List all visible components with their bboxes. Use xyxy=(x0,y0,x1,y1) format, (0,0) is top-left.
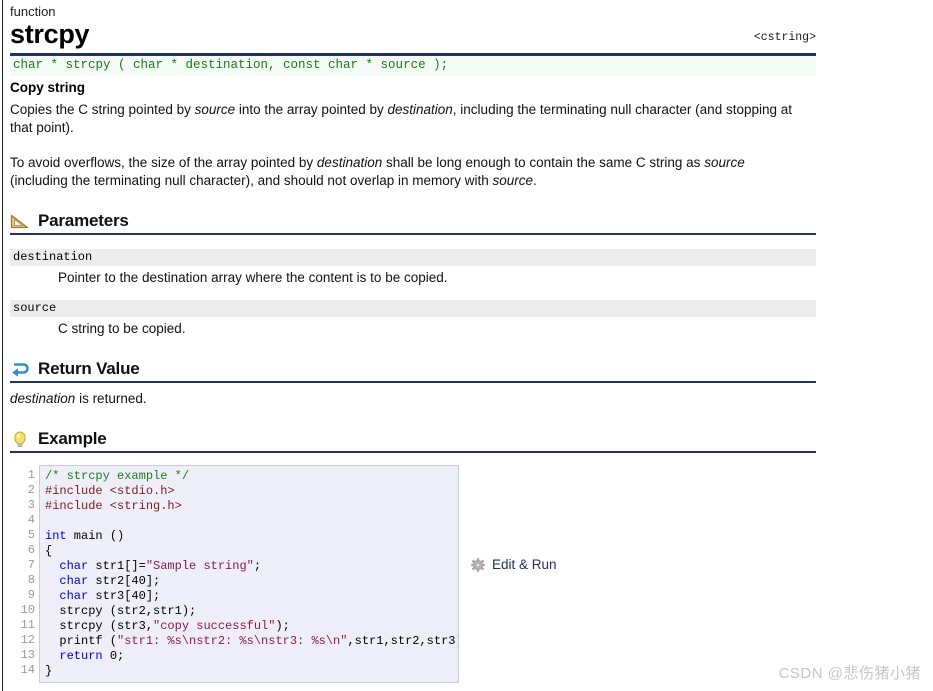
code-token: return xyxy=(59,649,103,663)
code-token: #include <string.h> xyxy=(45,499,182,513)
code-token: strcpy (str2,str1); xyxy=(45,604,197,618)
edit-and-run-label: Edit & Run xyxy=(492,557,557,572)
example-body: 1 2 3 4 5 6 7 8 9 10 11 12 13 14 /* strc… xyxy=(10,465,816,683)
parameter-name: source xyxy=(10,300,816,317)
code-token: str2[40]; xyxy=(88,574,161,588)
page-kind-label: function xyxy=(10,4,56,19)
desc2-em-source-2: source xyxy=(492,172,534,188)
code-token: } xyxy=(45,664,53,678)
desc2-text-3: (including the terminating null characte… xyxy=(10,172,493,188)
parameters-section: Parameters destination Pointer to the de… xyxy=(10,211,816,337)
parameters-heading: Parameters xyxy=(38,211,129,230)
return-value-rest: is returned. xyxy=(75,391,147,406)
code-line: #include <string.h> xyxy=(45,499,458,514)
code-sample: 1 2 3 4 5 6 7 8 9 10 11 12 13 14 /* strc… xyxy=(10,465,459,683)
code-token: ); xyxy=(275,619,290,633)
example-section: Example 1 2 3 4 5 6 7 8 9 10 11 12 13 14… xyxy=(10,429,816,683)
description-paragraph-2: To avoid overflows, the size of the arra… xyxy=(10,154,800,189)
header-file-label: <cstring> xyxy=(753,31,816,44)
parameters-heading-row: Parameters xyxy=(10,211,816,233)
gear-icon xyxy=(471,557,485,572)
return-value-heading: Return Value xyxy=(38,359,140,378)
return-arrow-icon xyxy=(12,363,29,377)
code-token: char xyxy=(59,559,89,573)
code-token: 0; xyxy=(102,649,125,663)
example-heading: Example xyxy=(38,429,107,448)
code-token: /* strcpy example */ xyxy=(45,469,190,483)
code-token: int xyxy=(45,529,67,543)
code-block[interactable]: /* strcpy example */#include <stdio.h> #i… xyxy=(39,465,459,683)
desc2-text-1: To avoid overflows, the size of the arra… xyxy=(10,155,317,170)
code-token: "Sample string" xyxy=(145,559,254,573)
desc1-em-source: source xyxy=(194,102,236,117)
parameter-name: destination xyxy=(10,249,816,266)
return-value-divider xyxy=(10,381,816,383)
parameter-description: C string to be copied. xyxy=(58,321,186,336)
parameters-divider xyxy=(10,233,816,235)
desc1-text-2: into the array pointed by xyxy=(235,102,388,117)
code-token: char xyxy=(59,574,89,588)
description-paragraph-1: Copies the C string pointed by source in… xyxy=(10,101,800,136)
code-token: str1[]= xyxy=(88,559,146,573)
content-column: function strcpy <cstring> char * strcpy … xyxy=(3,0,816,683)
code-token: char xyxy=(59,589,89,603)
parameter-description: Pointer to the destination array where t… xyxy=(58,270,448,285)
desc1-text-1: Copies the C string pointed by xyxy=(10,102,195,117)
reference-page: function strcpy <cstring> char * strcpy … xyxy=(3,0,933,691)
code-token: strcpy (str3, xyxy=(45,619,154,633)
return-value-section: Return Value destination is returned. xyxy=(10,359,816,407)
code-line: /* strcpy example */ xyxy=(45,469,458,484)
ruler-triangle-icon xyxy=(10,214,29,229)
code-token: "copy successful" xyxy=(153,619,276,633)
code-line: strcpy (str2,str1); xyxy=(45,604,458,619)
code-token: { xyxy=(45,544,53,558)
code-line: char str1[]="Sample string"; xyxy=(45,559,458,574)
lightbulb-icon xyxy=(14,431,26,447)
code-line: printf ("str1: %s\nstr2: %s\nstr3: %s\n"… xyxy=(45,634,458,649)
example-heading-row: Example xyxy=(10,429,816,451)
code-token: printf ( xyxy=(45,634,118,648)
example-divider xyxy=(10,451,816,453)
function-prototype: char * strcpy ( char * destination, cons… xyxy=(10,56,816,76)
csdn-watermark: CSDN @悲伤猪小猪 xyxy=(778,665,921,682)
desc2-em-source-1: source xyxy=(704,155,745,170)
code-line: strcpy (str3,"copy successful"); xyxy=(45,619,458,634)
parameter-item: source C string to be copied. xyxy=(10,300,816,337)
code-line-numbers: 1 2 3 4 5 6 7 8 9 10 11 12 13 14 xyxy=(20,468,35,677)
page-title: strcpy xyxy=(10,19,90,49)
code-line: char str2[40]; xyxy=(45,574,458,589)
return-value-em: destination xyxy=(10,391,76,406)
desc2-em-destination: destination xyxy=(316,155,383,170)
code-token: #include <stdio.h> xyxy=(45,484,175,498)
title-row: strcpy <cstring> xyxy=(10,19,816,51)
summary-heading: Copy string xyxy=(10,80,86,95)
desc2-text-2: shall be long enough to contain the same… xyxy=(382,155,705,170)
code-line: #include <stdio.h> xyxy=(45,484,458,499)
return-value-heading-row: Return Value xyxy=(10,359,816,381)
parameter-item: destination Pointer to the destination a… xyxy=(10,249,816,286)
code-line: } xyxy=(45,664,458,679)
edit-and-run-link[interactable]: Edit & Run xyxy=(471,557,557,572)
code-token: ,str1,str2,str3); xyxy=(347,634,459,648)
code-token: str3[40]; xyxy=(88,589,161,603)
code-token: main () xyxy=(66,529,125,543)
return-value-text: destination is returned. xyxy=(10,390,816,407)
code-line: char str3[40]; xyxy=(45,589,458,604)
code-line: { xyxy=(45,544,458,559)
code-line: int main () xyxy=(45,529,458,544)
code-token: ; xyxy=(253,559,262,573)
desc2-text-4: . xyxy=(533,172,537,188)
desc1-em-destination: destination xyxy=(387,102,453,117)
code-line: return 0; xyxy=(45,649,458,664)
code-token: "str1: %s\nstr2: %s\nstr3: %s\n" xyxy=(117,634,348,648)
